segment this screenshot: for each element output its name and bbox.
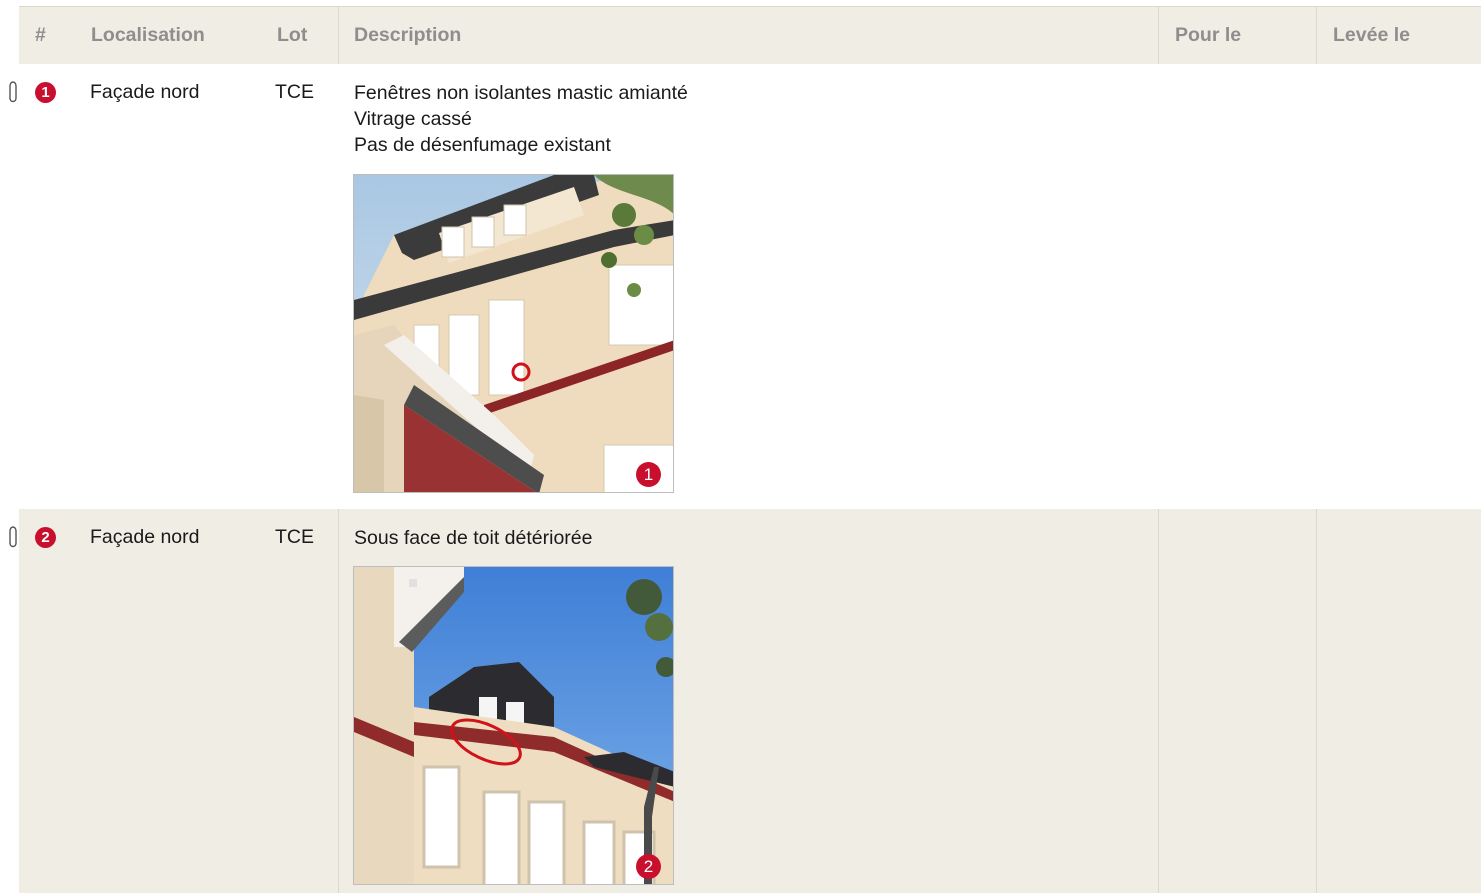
- header-location[interactable]: Localisation: [91, 7, 205, 64]
- description-line: Pas de désenfumage existant: [354, 134, 611, 156]
- paperclip-icon[interactable]: [7, 81, 19, 103]
- row-description: Fenêtres non isolantes mastic amianté Vi…: [354, 80, 1134, 158]
- row-location: Façade nord: [90, 526, 200, 548]
- header-lifted-date[interactable]: Levée le: [1333, 7, 1410, 64]
- header-divider: [1158, 7, 1159, 64]
- description-line: Sous face de toit détériorée: [354, 527, 593, 549]
- table-header: # Localisation Lot Description Pour le L…: [19, 7, 1481, 64]
- column-divider: [1316, 509, 1317, 893]
- header-lot[interactable]: Lot: [277, 7, 307, 64]
- row-description: Sous face de toit détériorée: [354, 525, 1134, 551]
- defect-photo[interactable]: 1: [353, 174, 674, 493]
- row-lot: TCE: [275, 81, 314, 103]
- defect-photo[interactable]: 2: [353, 566, 674, 885]
- header-number[interactable]: #: [35, 7, 46, 64]
- column-divider: [338, 509, 339, 893]
- photo-number-badge: 1: [636, 462, 661, 487]
- description-line: Fenêtres non isolantes mastic amianté: [354, 82, 688, 104]
- paperclip-icon[interactable]: [7, 526, 19, 548]
- row-location: Façade nord: [90, 81, 200, 103]
- header-description[interactable]: Description: [354, 7, 461, 64]
- table-row[interactable]: Façade nord TCE Sous face de toit détéri…: [19, 509, 1481, 893]
- header-divider: [1316, 7, 1317, 64]
- column-divider: [1158, 509, 1159, 893]
- table-row[interactable]: Façade nord TCE Fenêtres non isolantes m…: [19, 64, 1481, 509]
- header-divider: [338, 7, 339, 64]
- description-line: Vitrage cassé: [354, 108, 472, 130]
- photo-number-badge: 2: [636, 854, 661, 879]
- item-number-badge: 2: [35, 527, 56, 548]
- item-number-badge: 1: [35, 82, 56, 103]
- row-lot: TCE: [275, 526, 314, 548]
- header-due-date[interactable]: Pour le: [1175, 7, 1241, 64]
